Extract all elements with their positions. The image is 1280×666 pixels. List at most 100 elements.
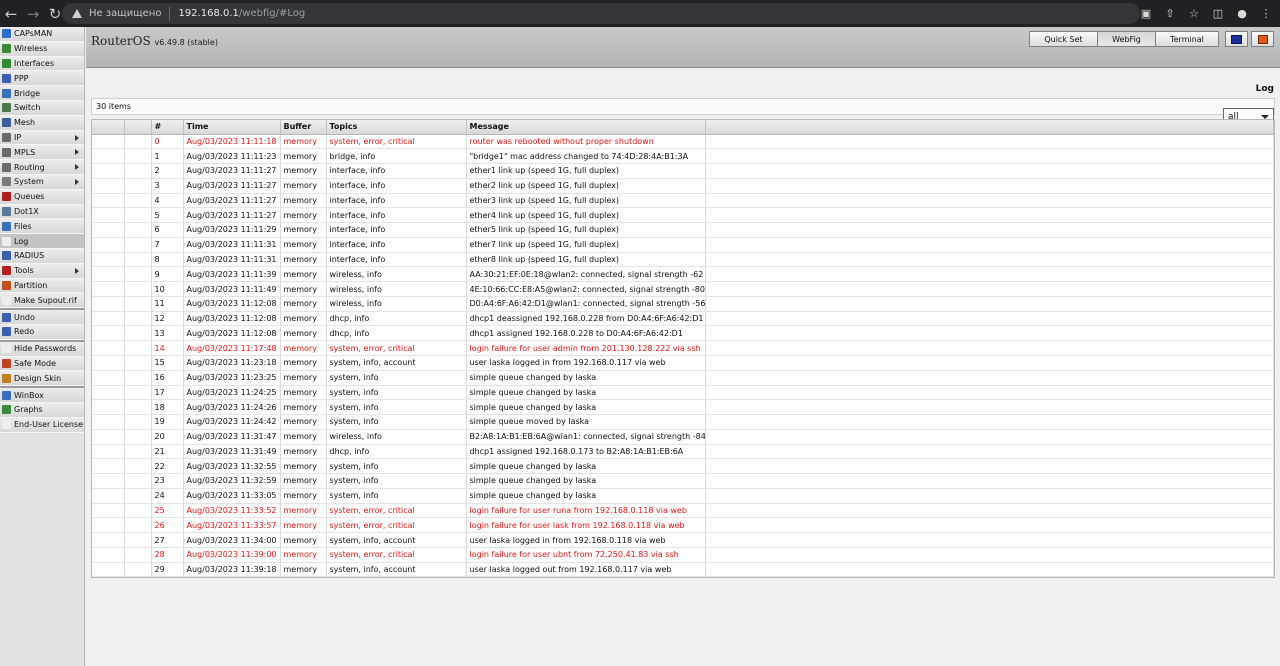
table-row[interactable]: 9 Aug/03/2023 11:11:39 memory wireless, inf… xyxy=(92,266,1274,283)
winbox-download-button[interactable] xyxy=(1225,31,1248,47)
table-row[interactable]: 20 Aug/03/2023 11:31:47 memory wireless, in… xyxy=(92,429,1274,445)
column-header-buffer[interactable]: Buffer xyxy=(280,120,327,135)
column-header[interactable] xyxy=(92,120,125,135)
cell-empty xyxy=(124,414,152,430)
table-row[interactable]: 2 Aug/03/2023 11:11:27 memory interface, in… xyxy=(92,163,1274,179)
back-icon[interactable]: ← xyxy=(0,0,22,27)
cell-empty xyxy=(705,414,1274,430)
sidebar-item-files[interactable]: Files xyxy=(0,219,84,235)
cell-empty xyxy=(124,532,152,548)
sidebar-item-routing[interactable]: Routing xyxy=(0,160,84,175)
sidebar-item-log[interactable]: Log xyxy=(0,234,84,249)
sidebar-item-design-skin[interactable]: Design Skin xyxy=(0,371,84,387)
column-header-number[interactable]: # xyxy=(151,120,184,135)
sidebar-item-wireless[interactable]: Wireless xyxy=(0,41,84,57)
browser-toolbar: ← → ↻ Не защищено 192.168.0.1/webfig/#Lo… xyxy=(0,0,1280,27)
sidebar-item-bridge[interactable]: Bridge xyxy=(0,86,84,101)
table-row[interactable]: 17 Aug/03/2023 11:24:25 memory system, info… xyxy=(92,385,1274,401)
table-row[interactable]: 12 Aug/03/2023 11:12:08 memory dhcp, info dh… xyxy=(92,311,1274,327)
cell-empty xyxy=(92,547,125,563)
table-row[interactable]: 26 Aug/03/2023 11:33:57 memory system, erro… xyxy=(92,517,1274,534)
tab-webfig[interactable]: WebFig xyxy=(1097,31,1156,47)
tab-quick-set[interactable]: Quick Set xyxy=(1029,31,1098,47)
table-row[interactable]: 1 Aug/03/2023 11:11:23 memory bridge, info "… xyxy=(92,148,1274,165)
cell-empty xyxy=(92,325,125,342)
cell-buffer: memory xyxy=(280,458,327,475)
sidebar-item-safe-mode[interactable]: Safe Mode xyxy=(0,356,84,372)
warning-icon xyxy=(72,9,82,18)
column-header-topics[interactable]: Topics xyxy=(326,120,467,135)
sidebar-item-end-user-license[interactable]: End-User License xyxy=(0,417,84,433)
column-header[interactable] xyxy=(705,120,1274,135)
cell-time: Aug/03/2023 11:17:48 xyxy=(183,340,281,356)
profile-icon[interactable]: ● xyxy=(1234,6,1250,22)
cell-time: Aug/03/2023 11:32:55 xyxy=(183,458,281,475)
tools-icon xyxy=(2,266,11,276)
column-header-time[interactable]: Time xyxy=(183,120,281,135)
sidebar-item-winbox[interactable]: WinBox xyxy=(0,388,84,403)
table-row[interactable]: 13 Aug/03/2023 11:12:08 memory dhcp, info dh… xyxy=(92,325,1274,342)
table-row[interactable]: 6 Aug/03/2023 11:11:29 memory interface, in… xyxy=(92,222,1274,238)
table-row[interactable]: 3 Aug/03/2023 11:11:27 memory interface, in… xyxy=(92,178,1274,194)
sidebar-item-mesh[interactable]: Mesh xyxy=(0,115,84,131)
table-row[interactable]: 18 Aug/03/2023 11:24:26 memory system, info… xyxy=(92,399,1274,416)
table-row[interactable]: 15 Aug/03/2023 11:23:18 memory system, info… xyxy=(92,355,1274,371)
cell-empty xyxy=(705,296,1274,312)
cell-time: Aug/03/2023 11:32:59 xyxy=(183,473,281,489)
table-row[interactable]: 23 Aug/03/2023 11:32:59 memory system, info… xyxy=(92,473,1274,489)
supout-icon xyxy=(2,295,11,305)
table-row[interactable]: 11 Aug/03/2023 11:12:08 memory wireless, in… xyxy=(92,296,1274,312)
sidebar-item-label: PPP xyxy=(14,73,29,83)
sidebar-item-undo[interactable]: Undo xyxy=(0,310,84,325)
cell-number: 28 xyxy=(151,547,184,563)
sidebar-item-dot1x[interactable]: Dot1X xyxy=(0,204,84,220)
logout-button[interactable] xyxy=(1251,31,1274,47)
table-row[interactable]: 4 Aug/03/2023 11:11:27 memory interface, in… xyxy=(92,193,1274,209)
sidebar-item-redo[interactable]: Redo xyxy=(0,324,84,340)
sidebar-item-graphs[interactable]: Graphs xyxy=(0,402,84,418)
bookmark-star-icon[interactable]: ☆ xyxy=(1186,6,1202,22)
sidebar-item-ppp[interactable]: PPP xyxy=(0,71,84,87)
table-row[interactable]: 16 Aug/03/2023 11:23:25 memory system, info… xyxy=(92,370,1274,386)
sidebar-item-make-supout-rif[interactable]: Make Supout.rif xyxy=(0,293,84,309)
cell-topics: wireless, info xyxy=(326,266,467,283)
sidebar-item-queues[interactable]: Queues xyxy=(0,189,84,205)
address-bar[interactable]: Не защищено 192.168.0.1/webfig/#Log xyxy=(62,3,1140,24)
table-row[interactable]: 28 Aug/03/2023 11:39:00 memory system, erro… xyxy=(92,547,1274,563)
cell-empty xyxy=(92,385,125,401)
table-row[interactable]: 5 Aug/03/2023 11:11:27 memory interface, in… xyxy=(92,207,1274,224)
cell-empty xyxy=(705,237,1274,253)
forward-icon[interactable]: → xyxy=(22,0,44,27)
table-row[interactable]: 19 Aug/03/2023 11:24:42 memory system, info… xyxy=(92,414,1274,430)
table-row[interactable]: 14 Aug/03/2023 11:17:48 memory system, erro… xyxy=(92,340,1274,356)
sidebar-item-interfaces[interactable]: Interfaces xyxy=(0,56,84,72)
cell-empty xyxy=(705,252,1274,268)
table-row[interactable]: 25 Aug/03/2023 11:33:52 memory system, erro… xyxy=(92,503,1274,519)
sidebar-item-radius[interactable]: RADIUS xyxy=(0,248,84,264)
sidebar-item-switch[interactable]: Switch xyxy=(0,100,84,116)
tab-terminal[interactable]: Terminal xyxy=(1155,31,1219,47)
sidebar-item-tools[interactable]: Tools xyxy=(0,263,84,279)
cell-number: 24 xyxy=(151,488,184,504)
translate-icon[interactable]: ▣ xyxy=(1138,6,1154,22)
sidebar-item-capsman[interactable]: CAPsMAN xyxy=(0,27,84,42)
table-row[interactable]: 21 Aug/03/2023 11:31:49 memory dhcp, info dh… xyxy=(92,444,1274,460)
sidebar-item-system[interactable]: System xyxy=(0,174,84,190)
table-row[interactable]: 8 Aug/03/2023 11:11:31 memory interface, in… xyxy=(92,252,1274,268)
table-row[interactable]: 29 Aug/03/2023 11:39:18 memory system, info… xyxy=(92,562,1274,578)
table-row[interactable]: 0 Aug/03/2023 11:11:18 memory system, error… xyxy=(92,134,1274,150)
sidepanel-icon[interactable]: ◫ xyxy=(1210,6,1226,22)
sidebar-item-ip[interactable]: IP xyxy=(0,130,84,146)
table-row[interactable]: 27 Aug/03/2023 11:34:00 memory system, info… xyxy=(92,532,1274,548)
share-icon[interactable]: ⇧ xyxy=(1162,6,1178,22)
table-row[interactable]: 10 Aug/03/2023 11:11:49 memory wireless, in… xyxy=(92,281,1274,297)
table-row[interactable]: 7 Aug/03/2023 11:11:31 memory interface, in… xyxy=(92,237,1274,253)
column-header-message[interactable]: Message xyxy=(466,120,706,135)
table-row[interactable]: 22 Aug/03/2023 11:32:55 memory system, info… xyxy=(92,458,1274,475)
table-row[interactable]: 24 Aug/03/2023 11:33:05 memory system, info… xyxy=(92,488,1274,504)
column-header[interactable] xyxy=(124,120,152,135)
sidebar-item-mpls[interactable]: MPLS xyxy=(0,145,84,161)
sidebar-item-partition[interactable]: Partition xyxy=(0,278,84,294)
menu-icon[interactable]: ⋮ xyxy=(1258,6,1274,22)
sidebar-item-hide-passwords[interactable]: Hide Passwords xyxy=(0,341,84,357)
